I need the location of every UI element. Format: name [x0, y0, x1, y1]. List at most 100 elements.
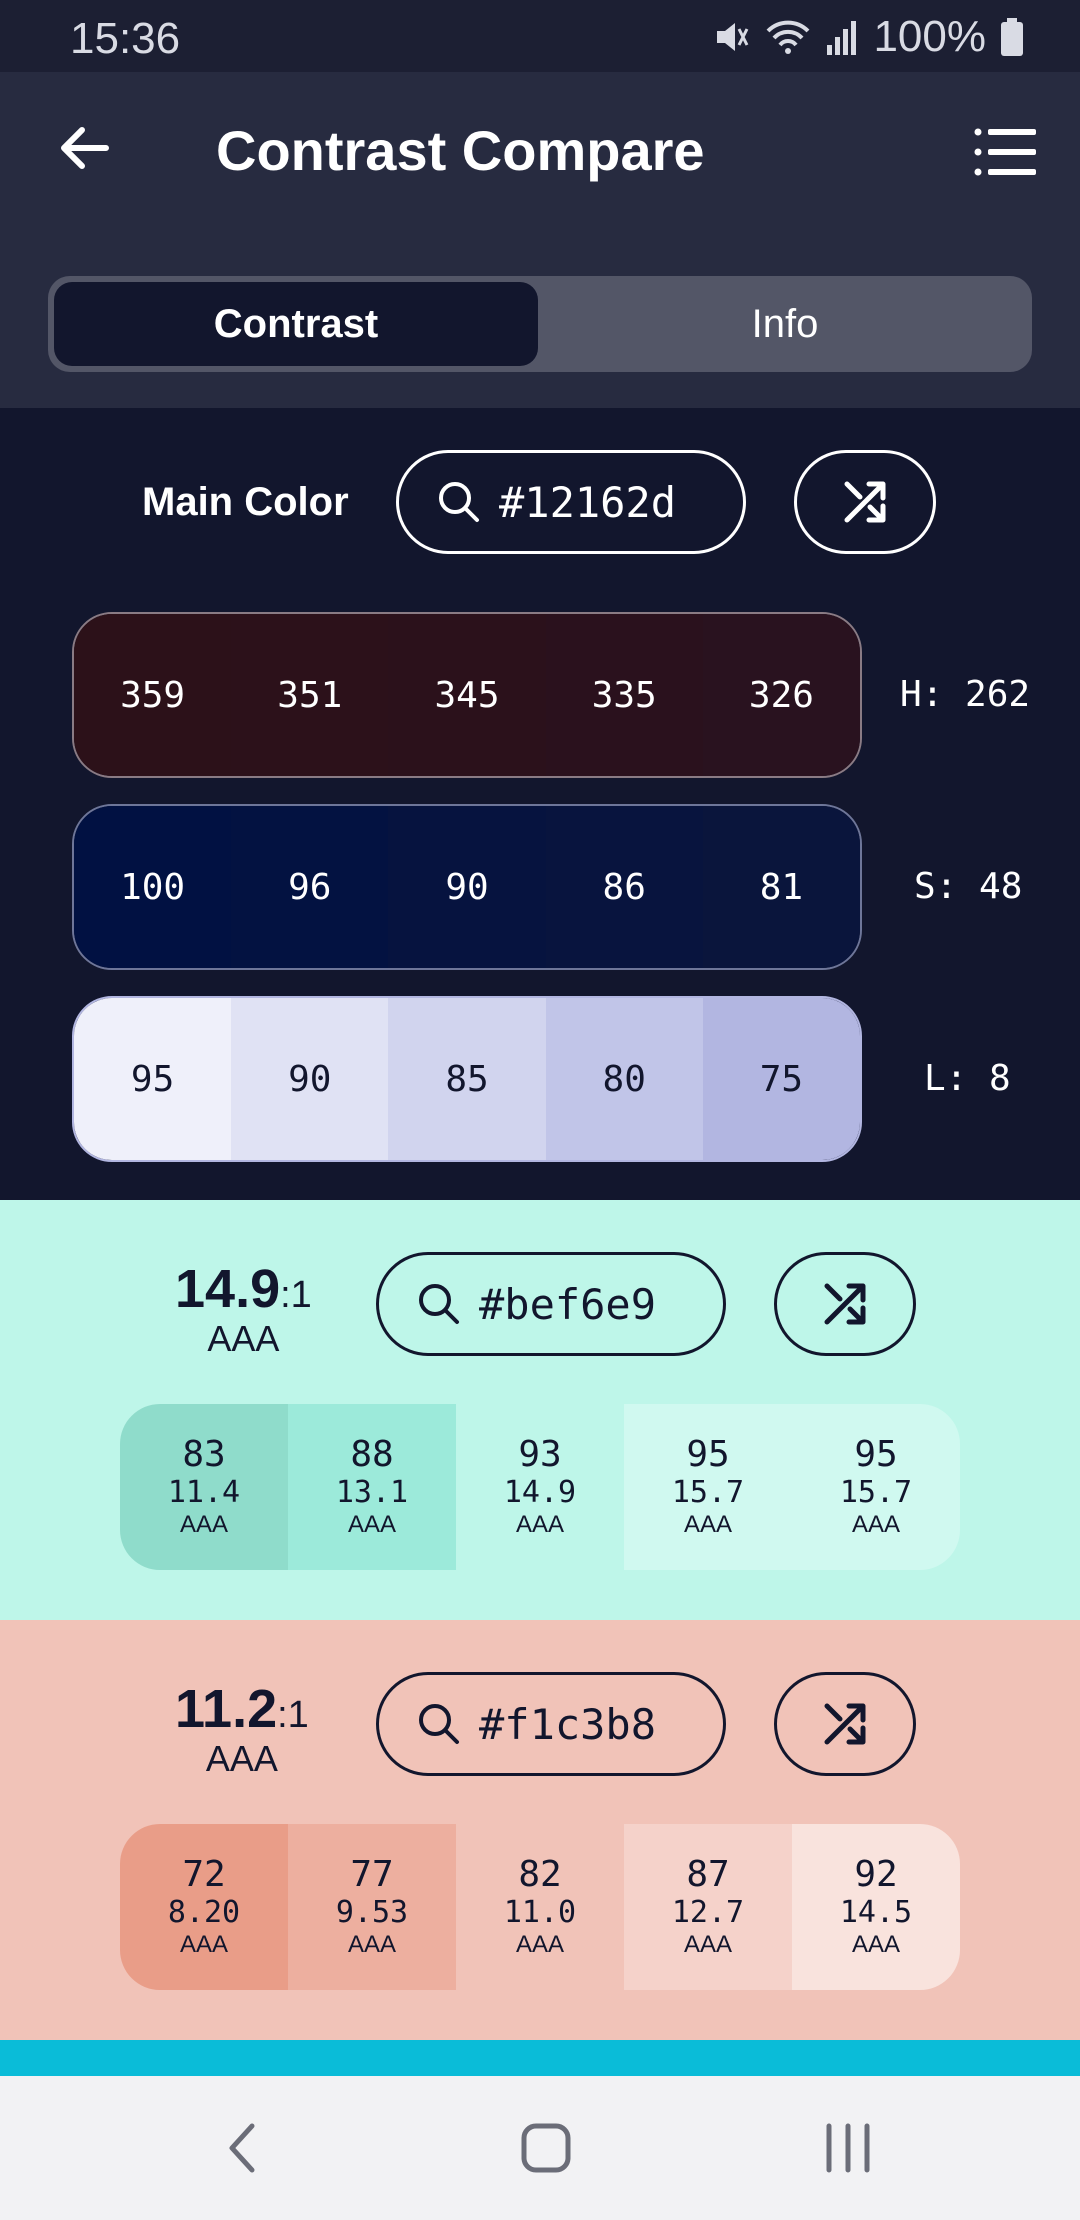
mute-icon — [711, 17, 751, 57]
hue-step[interactable]: 326 — [702, 614, 860, 776]
swatch-value: 92 — [854, 1854, 898, 1895]
lightness-step[interactable]: 90 — [231, 998, 389, 1160]
main-color-input[interactable]: #12162d — [396, 450, 746, 554]
hue-step[interactable]: 335 — [545, 614, 703, 776]
nav-back-button[interactable] — [192, 2104, 292, 2192]
swatch-contrast: 14.9 — [503, 1475, 577, 1510]
swatch[interactable]: 82 11.0 AAA — [456, 1824, 624, 1990]
compare-color-section-1: 14.9:1 AAA #bef6e9 83 11.4 AAA 88 13.1 A… — [0, 1200, 1080, 1620]
compare-color-input[interactable]: #bef6e9 — [376, 1252, 726, 1356]
swatch[interactable]: 93 14.9 AAA — [456, 1404, 624, 1570]
swatch-value: 83 — [182, 1434, 226, 1475]
swatch-contrast: 15.7 — [839, 1475, 913, 1510]
swatch[interactable]: 87 12.7 AAA — [624, 1824, 792, 1990]
hue-step[interactable]: 351 — [231, 614, 389, 776]
compare-shuffle-button[interactable] — [774, 1672, 916, 1776]
saturation-bar: 100 96 90 86 81 — [72, 804, 862, 970]
page-title: Contrast Compare — [216, 119, 705, 182]
main-color-hex: #12162d — [499, 477, 677, 527]
swatch-contrast: 11.4 — [167, 1475, 241, 1510]
tab-info[interactable]: Info — [544, 282, 1026, 366]
swatch[interactable]: 83 11.4 AAA — [120, 1404, 288, 1570]
compare-swatches: 83 11.4 AAA 88 13.1 AAA 93 14.9 AAA 95 1… — [120, 1404, 960, 1570]
next-section-strip[interactable] — [0, 2040, 1080, 2076]
compare-color-input[interactable]: #f1c3b8 — [376, 1672, 726, 1776]
lightness-step[interactable]: 85 — [388, 998, 546, 1160]
swatch-rating: AAA — [347, 1931, 397, 1958]
swatch-value: 95 — [854, 1434, 898, 1475]
search-icon — [419, 1704, 459, 1744]
swatch-contrast: 11.0 — [503, 1895, 577, 1930]
compare-color-hex: #f1c3b8 — [479, 1699, 657, 1749]
list-menu-icon — [974, 128, 1036, 176]
swatch-contrast: 8.20 — [167, 1895, 241, 1930]
swatch-rating: AAA — [851, 1931, 901, 1958]
swatch[interactable]: 77 9.53 AAA — [288, 1824, 456, 1990]
hue-label: H: 262 — [900, 674, 1031, 715]
swatch[interactable]: 95 15.7 AAA — [624, 1404, 792, 1570]
recents-icon — [826, 2123, 870, 2173]
saturation-step[interactable]: 86 — [545, 806, 703, 968]
saturation-step[interactable]: 100 — [74, 806, 232, 968]
swatch-rating: AAA — [347, 1511, 397, 1538]
lightness-step[interactable]: 95 — [74, 998, 232, 1160]
swatch[interactable]: 95 15.7 AAA — [792, 1404, 960, 1570]
nav-recents-button[interactable] — [798, 2104, 898, 2192]
menu-button[interactable] — [966, 112, 1046, 192]
compare-swatches: 72 8.20 AAA 77 9.53 AAA 82 11.0 AAA 87 1… — [120, 1824, 960, 1990]
swatch-rating: AAA — [515, 1511, 565, 1538]
swatch-rating: AAA — [683, 1511, 733, 1538]
swatch[interactable]: 72 8.20 AAA — [120, 1824, 288, 1990]
swatch-value: 88 — [350, 1434, 394, 1475]
signal-icon — [825, 17, 859, 57]
ratio-rating: AAA — [207, 1318, 280, 1359]
shuffle-icon — [824, 1283, 866, 1325]
swatch-value: 82 — [518, 1854, 562, 1895]
swatch-rating: AAA — [179, 1931, 229, 1958]
swatch[interactable]: 88 13.1 AAA — [288, 1404, 456, 1570]
contrast-ratio: 11.2:1 AAA — [175, 1678, 309, 1780]
back-button[interactable] — [44, 108, 124, 188]
compare-shuffle-button[interactable] — [774, 1252, 916, 1356]
status-bar: 15:36 100% — [0, 0, 1080, 72]
home-square-icon — [521, 2123, 571, 2173]
status-time: 15:36 — [70, 14, 181, 63]
saturation-step[interactable]: 81 — [702, 806, 860, 968]
swatch[interactable]: 92 14.5 AAA — [792, 1824, 960, 1990]
hue-step[interactable]: 359 — [74, 614, 232, 776]
swatch-rating: AAA — [515, 1931, 565, 1958]
swatch-rating: AAA — [683, 1931, 733, 1958]
ratio-value: 14.9 — [175, 1259, 281, 1319]
compare-color-section-2: 11.2:1 AAA #f1c3b8 72 8.20 AAA 77 9.53 A… — [0, 1620, 1080, 2040]
tab-bar: Contrast Info — [48, 276, 1032, 372]
main-color-label: Main Color — [142, 480, 349, 524]
ratio-value: 11.2 — [175, 1679, 278, 1739]
compare-color-hex: #bef6e9 — [479, 1279, 657, 1329]
swatch-contrast: 9.53 — [335, 1895, 409, 1930]
wifi-icon — [765, 17, 811, 57]
tab-contrast[interactable]: Contrast — [54, 282, 538, 366]
swatch-value: 77 — [350, 1854, 394, 1895]
main-shuffle-button[interactable] — [794, 450, 936, 554]
lightness-step[interactable]: 80 — [545, 998, 703, 1160]
arrow-left-icon — [61, 127, 109, 169]
swatch-rating: AAA — [851, 1511, 901, 1538]
saturation-step[interactable]: 90 — [388, 806, 546, 968]
nav-home-button[interactable] — [496, 2104, 596, 2192]
swatch-value: 72 — [182, 1854, 226, 1895]
lightness-label: L: 8 — [924, 1058, 1011, 1099]
chevron-left-icon — [229, 2123, 255, 2173]
swatch-rating: AAA — [179, 1511, 229, 1538]
search-icon — [439, 482, 479, 522]
battery-percent: 100% — [873, 12, 986, 61]
swatch-contrast: 13.1 — [335, 1475, 409, 1510]
lightness-bar: 95 90 85 80 75 — [72, 996, 862, 1162]
swatch-contrast: 12.7 — [671, 1895, 745, 1930]
ratio-suffix: :1 — [280, 1274, 312, 1316]
saturation-step[interactable]: 96 — [231, 806, 389, 968]
contrast-ratio: 14.9:1 AAA — [175, 1258, 312, 1360]
status-icons: 100% — [711, 12, 1024, 62]
hue-step[interactable]: 345 — [388, 614, 546, 776]
ratio-rating: AAA — [205, 1738, 278, 1779]
lightness-step[interactable]: 75 — [702, 998, 860, 1160]
